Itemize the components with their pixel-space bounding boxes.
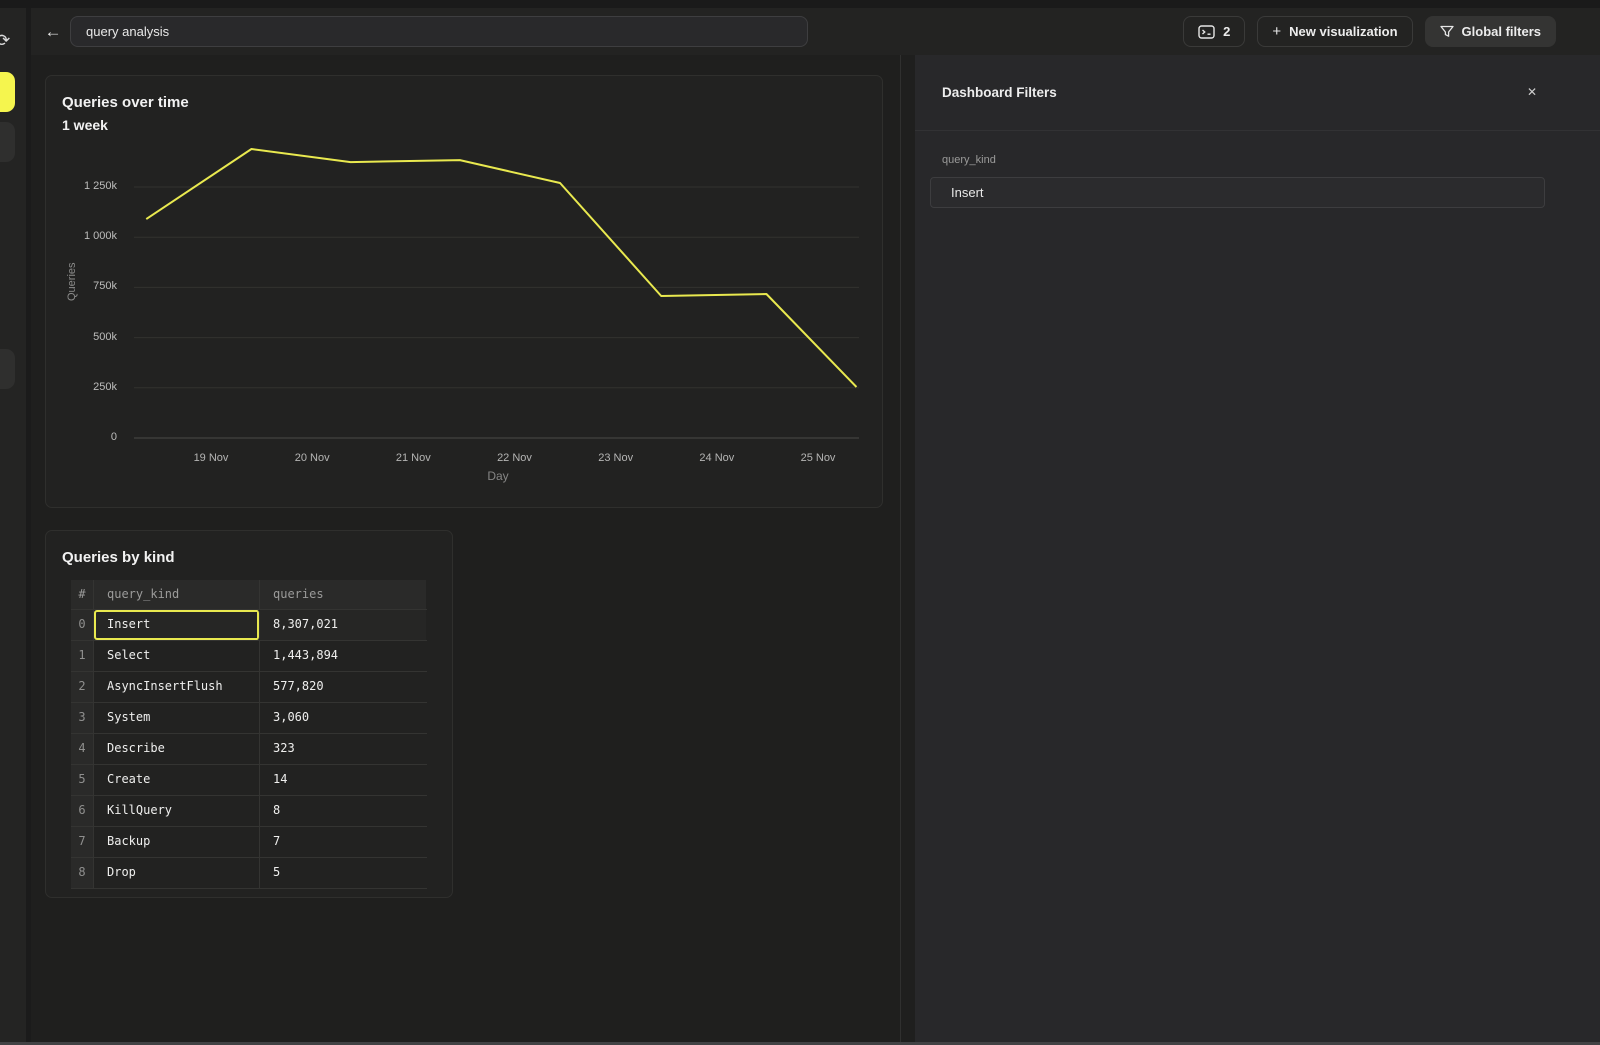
x-tick-label: 24 Nov — [677, 452, 757, 464]
global-filters-button[interactable]: Global filters — [1425, 16, 1556, 47]
table-card-queries-by-kind: Queries by kind # query_kind queries 0In… — [45, 530, 453, 898]
rail-item-selected[interactable] — [0, 72, 15, 112]
query-kind-cell[interactable]: AsyncInsertFlush — [94, 672, 260, 702]
panel-divider — [900, 55, 901, 1042]
chart-title: Queries over time — [62, 94, 189, 111]
chart-card-queries-over-time: Queries over time 1 week Queries 0250k50… — [45, 75, 883, 508]
rail-item[interactable] — [0, 122, 15, 162]
left-rail: ⟳ — [0, 8, 31, 1042]
console-count: 2 — [1223, 24, 1230, 39]
row-index-cell: 5 — [71, 765, 94, 795]
column-header-index: # — [71, 580, 94, 609]
row-index-cell: 7 — [71, 827, 94, 857]
table-row: 0Insert8,307,021 — [71, 610, 427, 641]
table-row: 3System3,060 — [71, 703, 427, 734]
table-header-row: # query_kind queries — [71, 580, 427, 610]
query-kind-cell[interactable]: Select — [94, 641, 260, 671]
new-visualization-button[interactable]: + New visualization — [1257, 16, 1412, 47]
filter-field-label: query_kind — [942, 154, 996, 166]
app-root: ⟳ ← 2 + New visualization — [0, 0, 1600, 1045]
query-kind-cell[interactable]: System — [94, 703, 260, 733]
query-kind-cell[interactable]: Create — [94, 765, 260, 795]
column-header-queries: queries — [260, 580, 426, 609]
y-tick-label: 0 — [46, 431, 126, 443]
x-axis-name: Day — [458, 469, 538, 483]
rail-item[interactable] — [0, 349, 15, 389]
row-index-cell: 0 — [71, 610, 94, 640]
row-index-cell: 4 — [71, 734, 94, 764]
refresh-icon[interactable]: ⟳ — [0, 30, 18, 52]
row-index-cell: 3 — [71, 703, 94, 733]
queries-value-cell[interactable]: 8 — [260, 796, 426, 826]
query-kind-cell[interactable]: KillQuery — [94, 796, 260, 826]
table-row: 4Describe323 — [71, 734, 427, 765]
x-tick-label: 19 Nov — [171, 452, 251, 464]
query-kind-cell[interactable]: Insert — [94, 610, 260, 640]
query-kind-filter-input[interactable] — [930, 177, 1545, 208]
queries-value-cell[interactable]: 7 — [260, 827, 426, 857]
results-table: # query_kind queries 0Insert8,307,0211Se… — [71, 580, 427, 889]
x-tick-label: 20 Nov — [272, 452, 352, 464]
filter-funnel-icon — [1440, 25, 1454, 38]
topbar: ← 2 + New visualization Global — [31, 8, 1600, 55]
x-tick-label: 21 Nov — [373, 452, 453, 464]
row-index-cell: 8 — [71, 858, 94, 888]
queries-value-cell[interactable]: 577,820 — [260, 672, 426, 702]
console-button[interactable]: 2 — [1183, 16, 1245, 47]
table-row: 1Select1,443,894 — [71, 641, 427, 672]
table-row: 5Create14 — [71, 765, 427, 796]
dashboard-filters-panel: Dashboard Filters ✕ query_kind — [915, 55, 1600, 1042]
x-tick-label: 25 Nov — [778, 452, 858, 464]
table-row: 6KillQuery8 — [71, 796, 427, 827]
queries-value-cell[interactable]: 3,060 — [260, 703, 426, 733]
y-tick-label: 1 250k — [46, 180, 126, 192]
series-line[interactable] — [146, 149, 856, 387]
column-header-query-kind: query_kind — [94, 580, 260, 609]
close-icon[interactable]: ✕ — [1520, 80, 1544, 104]
query-kind-cell[interactable]: Describe — [94, 734, 260, 764]
y-tick-label: 750k — [46, 280, 126, 292]
y-tick-label: 1 000k — [46, 230, 126, 242]
chart-plot-area[interactable] — [134, 131, 874, 451]
dashboard-title-input[interactable] — [70, 16, 808, 47]
queries-value-cell[interactable]: 14 — [260, 765, 426, 795]
window-top-edge — [0, 0, 1600, 8]
y-tick-label: 250k — [46, 381, 126, 393]
table-title: Queries by kind — [62, 549, 175, 566]
x-tick-label: 23 Nov — [576, 452, 656, 464]
y-tick-label: 500k — [46, 331, 126, 343]
queries-value-cell[interactable]: 1,443,894 — [260, 641, 426, 671]
plus-icon: + — [1272, 23, 1281, 40]
query-kind-cell[interactable]: Backup — [94, 827, 260, 857]
back-button[interactable]: ← — [39, 18, 67, 46]
row-index-cell: 2 — [71, 672, 94, 702]
table-row: 2AsyncInsertFlush577,820 — [71, 672, 427, 703]
terminal-icon — [1198, 25, 1215, 39]
query-kind-cell[interactable]: Drop — [94, 858, 260, 888]
queries-value-cell[interactable]: 5 — [260, 858, 426, 888]
row-index-cell: 6 — [71, 796, 94, 826]
filters-panel-title: Dashboard Filters — [942, 85, 1057, 100]
line-chart — [134, 131, 874, 451]
x-tick-label: 22 Nov — [475, 452, 555, 464]
row-index-cell: 1 — [71, 641, 94, 671]
dashboard-canvas: Queries over time 1 week Queries 0250k50… — [31, 55, 915, 1042]
chart-subtitle: 1 week — [62, 117, 108, 133]
queries-value-cell[interactable]: 323 — [260, 734, 426, 764]
table-row: 7Backup7 — [71, 827, 427, 858]
table-row: 8Drop5 — [71, 858, 427, 889]
filters-panel-header: Dashboard Filters ✕ — [915, 55, 1600, 131]
queries-value-cell[interactable]: 8,307,021 — [260, 610, 426, 640]
